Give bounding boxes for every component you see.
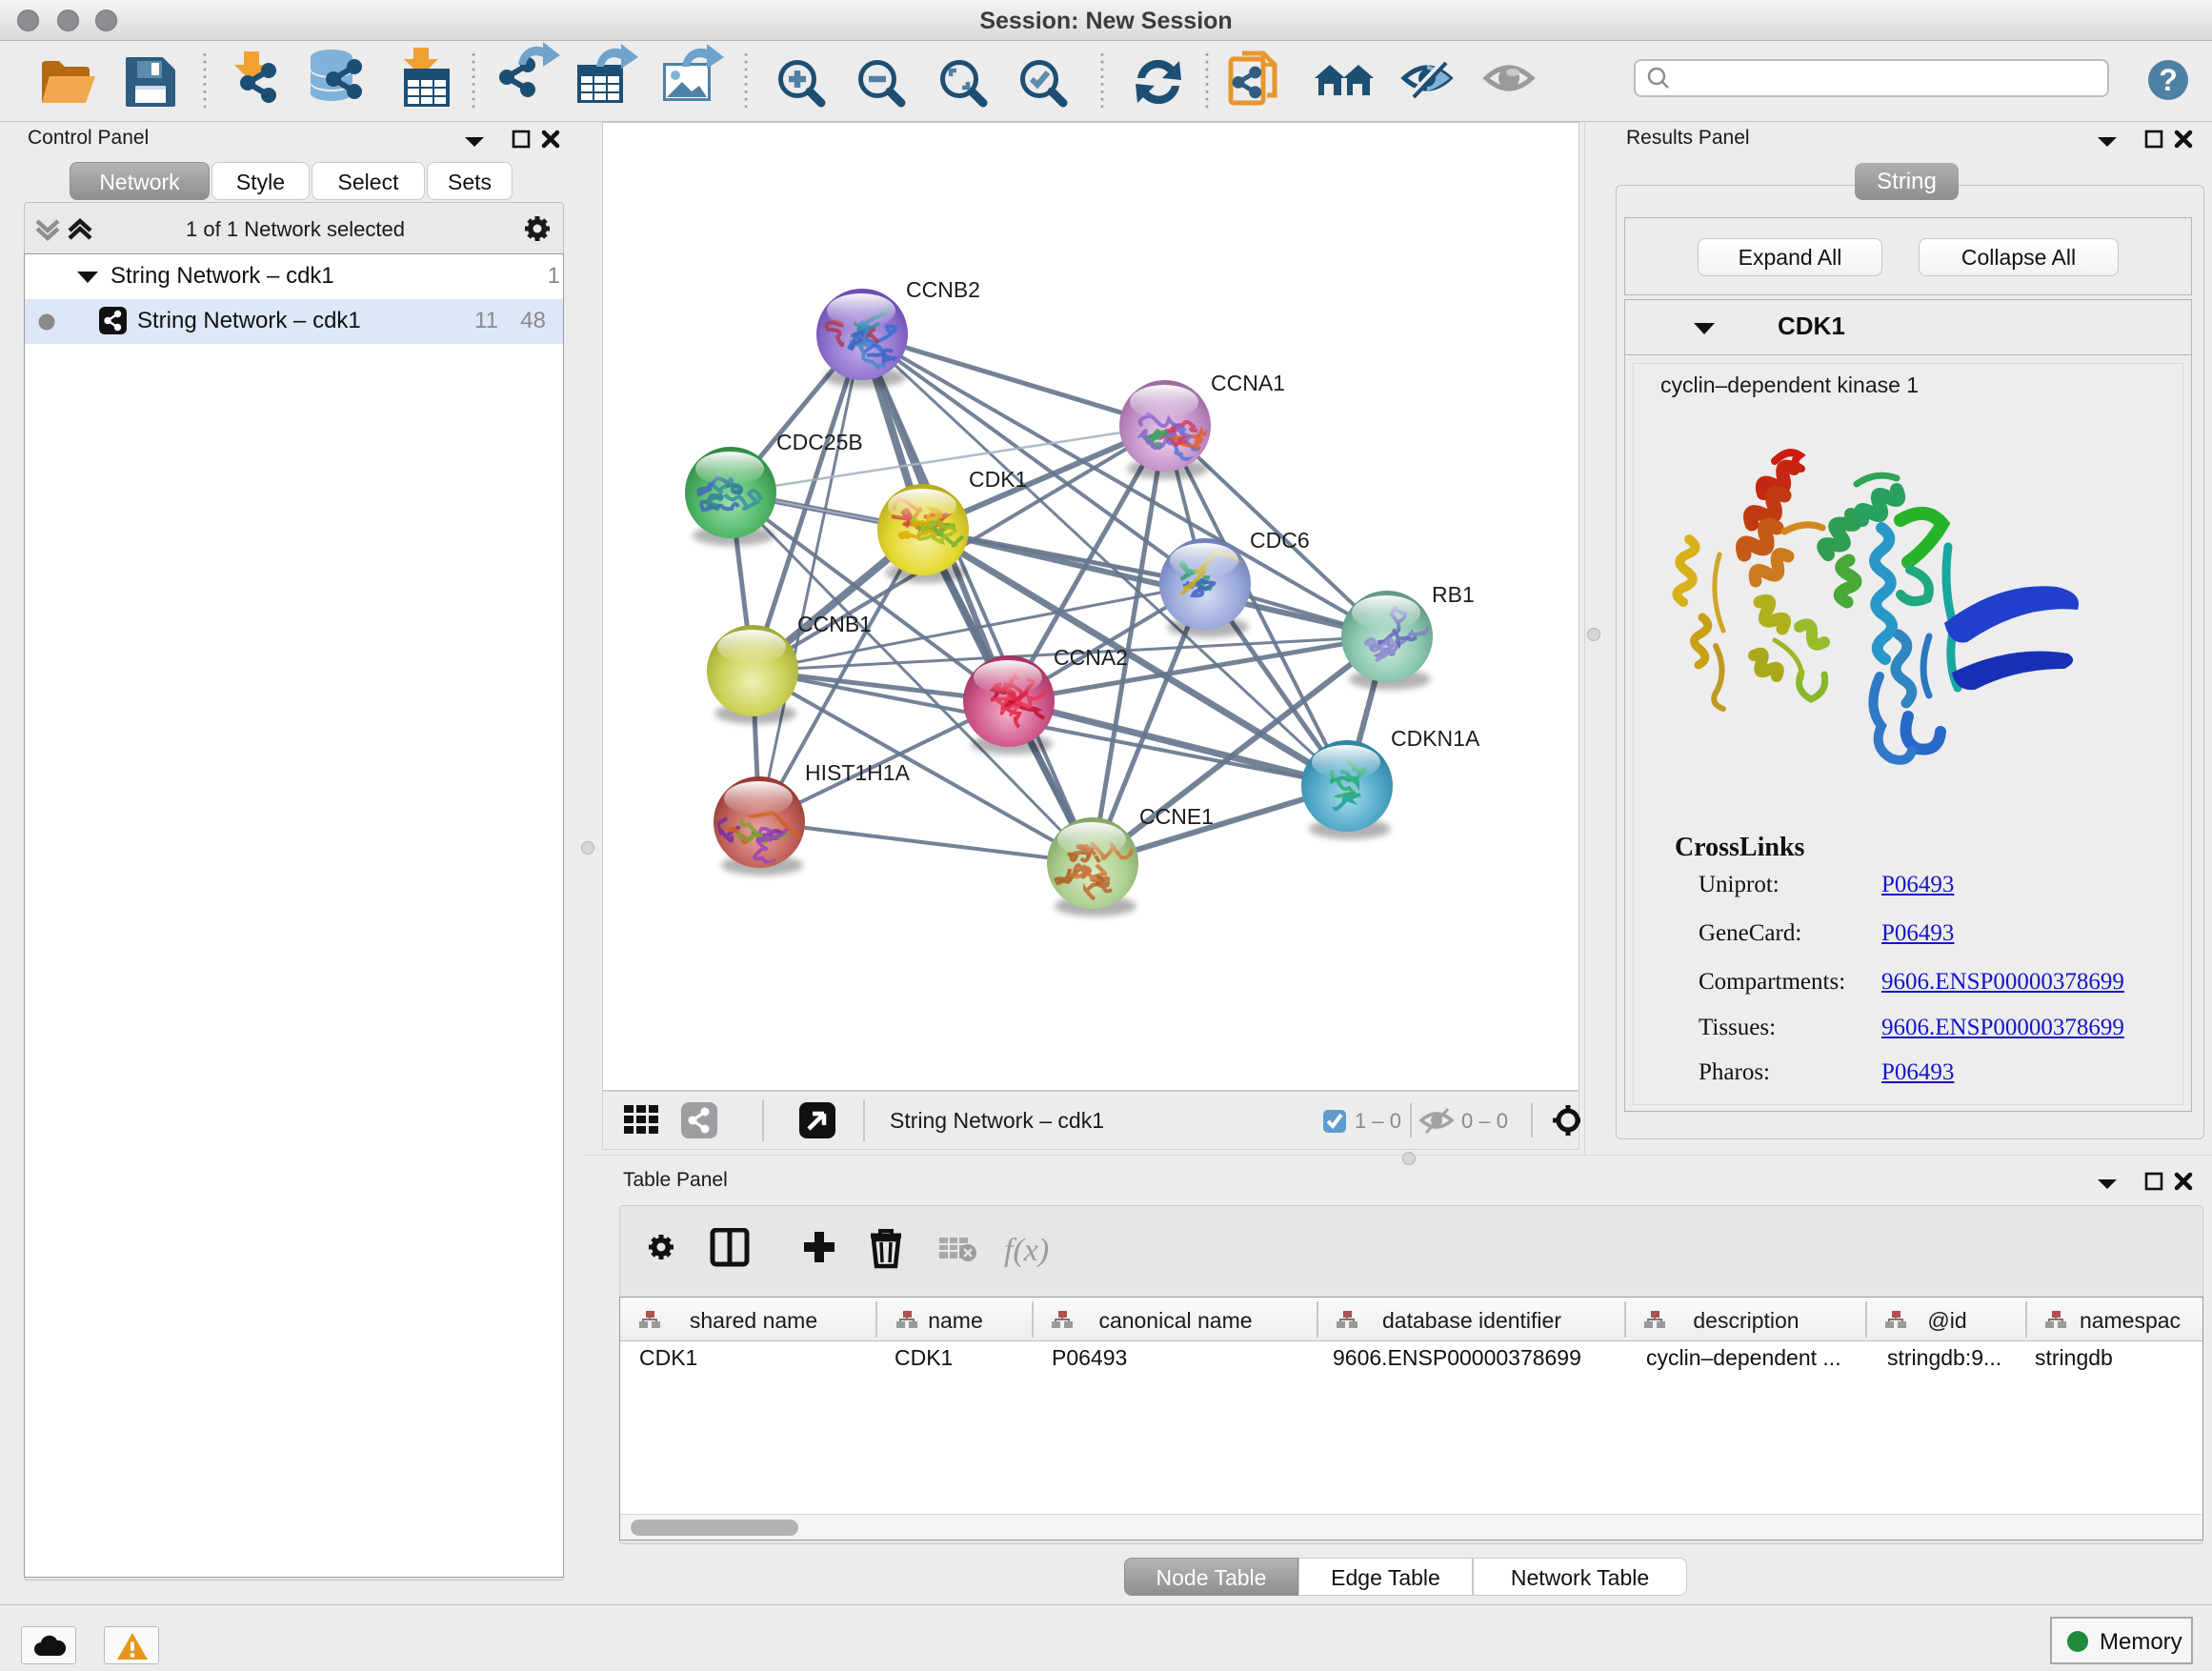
svg-text:CDC25B: CDC25B (776, 430, 863, 454)
svg-text:1 – 0: 1 – 0 (1355, 1109, 1401, 1133)
svg-text:CDK1: CDK1 (969, 467, 1027, 492)
svg-text:namespac: namespac (2080, 1308, 2181, 1333)
svg-text:CCNE1: CCNE1 (1139, 804, 1214, 829)
svg-text:@id: @id (1927, 1308, 1966, 1333)
svg-text:canonical name: canonical name (1098, 1308, 1252, 1333)
svg-text:description: description (1693, 1308, 1799, 1333)
svg-text:name: name (928, 1308, 983, 1333)
svg-text:0 – 0: 0 – 0 (1461, 1109, 1508, 1133)
svg-text:shared name: shared name (690, 1308, 817, 1333)
svg-text:CDKN1A: CDKN1A (1391, 726, 1480, 751)
svg-text:CCNA1: CCNA1 (1211, 371, 1285, 395)
svg-text:HIST1H1A: HIST1H1A (805, 760, 911, 785)
svg-text:database identifier: database identifier (1382, 1308, 1561, 1333)
svg-text:RB1: RB1 (1432, 582, 1475, 607)
svg-text:?: ? (2159, 63, 2178, 97)
svg-text:f(x): f(x) (1004, 1233, 1049, 1268)
svg-text:CCNB2: CCNB2 (906, 277, 980, 302)
svg-text:String Network – cdk1: String Network – cdk1 (890, 1108, 1104, 1133)
svg-text:CCNB1: CCNB1 (797, 612, 872, 636)
svg-text:CCNA2: CCNA2 (1054, 645, 1128, 670)
svg-text:CDC6: CDC6 (1250, 528, 1310, 553)
